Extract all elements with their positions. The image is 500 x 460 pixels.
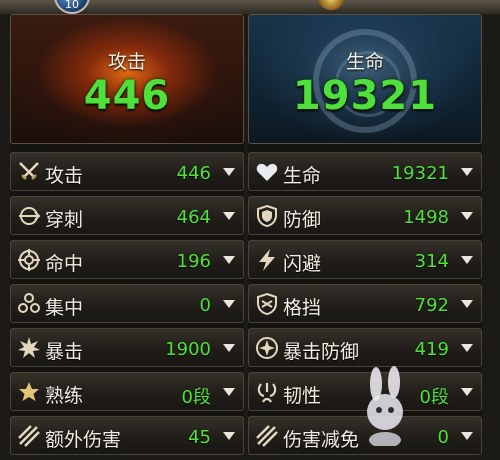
dropdown-arrow-icon[interactable] [223, 388, 235, 396]
heart-icon [256, 163, 278, 181]
stat-row-critical[interactable]: 暴击 1900 [10, 328, 244, 367]
crosshair-icon [18, 249, 40, 271]
crit-defense-icon [256, 337, 278, 359]
stat-row-pierce[interactable]: 穿刺 464 [10, 196, 244, 235]
crossed-swords-icon [19, 162, 39, 180]
stat-row-mastery[interactable]: 熟练 0段 [10, 372, 244, 411]
swirl-icon [257, 383, 277, 403]
stat-name: 闪避 [283, 253, 322, 275]
stat-value: 0 [199, 295, 211, 316]
attack-summary-panel: 攻击 446 [10, 14, 244, 144]
dropdown-arrow-icon[interactable] [223, 432, 235, 440]
dropdown-arrow-icon[interactable] [461, 432, 473, 440]
stat-row-block[interactable]: 格挡 792 [248, 284, 482, 323]
attack-summary-value: 446 [83, 73, 171, 119]
stat-name: 伤害减免 [283, 429, 360, 451]
stat-value: 45 [188, 427, 211, 448]
stat-name: 额外伤害 [45, 429, 122, 451]
stat-row-crit-defense[interactable]: 暴击防御 419 [248, 328, 482, 367]
dropdown-arrow-icon[interactable] [461, 388, 473, 396]
star-icon [19, 382, 39, 401]
burst-icon [18, 337, 40, 358]
stat-name: 集中 [45, 297, 84, 319]
stat-name: 穿刺 [45, 209, 84, 231]
dropdown-arrow-icon[interactable] [461, 300, 473, 308]
stat-name: 熟练 [45, 385, 84, 407]
life-summary-value: 19321 [292, 73, 438, 119]
dropdown-arrow-icon[interactable] [461, 344, 473, 352]
stat-row-extra-damage[interactable]: 额外伤害 45 [10, 416, 244, 455]
block-shield-icon [257, 292, 277, 316]
stat-value: 0段 [419, 387, 449, 408]
dropdown-arrow-icon[interactable] [223, 212, 235, 220]
slash-icon [18, 425, 40, 447]
stat-row-accuracy[interactable]: 命中 196 [10, 240, 244, 279]
three-dots-cluster-icon [18, 293, 40, 313]
stat-value: 419 [414, 339, 449, 360]
stat-name: 攻击 [45, 165, 84, 187]
target-pierce-icon [19, 207, 41, 225]
life-summary-title: 生命 [345, 51, 384, 73]
dropdown-arrow-icon[interactable] [223, 300, 235, 308]
dropdown-arrow-icon[interactable] [223, 344, 235, 352]
attack-stat-list: 攻击 446 穿刺 464 命中 196 集中 0 暴击 1900 熟练 0段 … [10, 152, 244, 460]
dropdown-arrow-icon[interactable] [223, 168, 235, 176]
attack-summary-title: 攻击 [107, 51, 146, 73]
dropdown-arrow-icon[interactable] [461, 212, 473, 220]
stat-name: 暴击防御 [283, 341, 360, 363]
stat-row-focus[interactable]: 集中 0 [10, 284, 244, 323]
stat-name: 命中 [45, 253, 84, 275]
stat-value: 1900 [165, 339, 211, 360]
stat-row-defense[interactable]: 防御 1498 [248, 196, 482, 235]
stat-name: 韧性 [283, 385, 322, 407]
stat-name: 生命 [283, 165, 322, 187]
stat-value: 446 [176, 163, 211, 184]
stat-value: 0 [437, 427, 449, 448]
shield-icon [257, 204, 277, 228]
stat-value: 792 [414, 295, 449, 316]
stat-value: 196 [176, 251, 211, 272]
attack-column: 攻击 446 攻击 446 穿刺 464 命中 196 集中 0 暴击 1900… [10, 14, 244, 455]
life-summary-panel: 生命 19321 [248, 14, 482, 144]
stat-value: 19321 [391, 163, 449, 184]
rabbit-mascot-watermark [367, 366, 403, 446]
dropdown-arrow-icon[interactable] [461, 256, 473, 264]
stat-row-evasion[interactable]: 闪避 314 [248, 240, 482, 279]
stat-value: 0段 [181, 387, 211, 408]
stat-value: 314 [414, 251, 449, 272]
dropdown-arrow-icon[interactable] [461, 168, 473, 176]
stat-value: 464 [176, 207, 211, 228]
dropdown-arrow-icon[interactable] [223, 256, 235, 264]
lightning-icon [259, 249, 275, 271]
damage-reduction-icon [256, 425, 278, 447]
stat-row-life[interactable]: 生命 19321 [248, 152, 482, 191]
stat-row-attack[interactable]: 攻击 446 [10, 152, 244, 191]
stat-name: 暴击 [45, 341, 84, 363]
stat-name: 格挡 [283, 297, 322, 319]
stat-value: 1498 [403, 207, 449, 228]
stat-name: 防御 [283, 209, 322, 231]
